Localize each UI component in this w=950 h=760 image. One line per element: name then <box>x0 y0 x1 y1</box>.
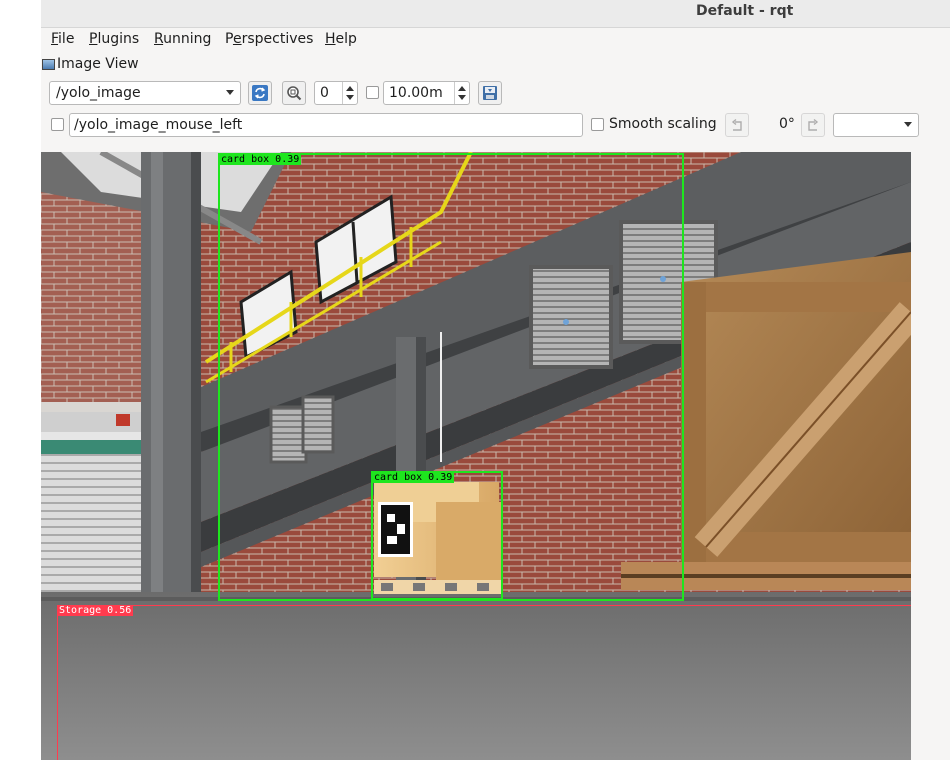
title-bar: Default - rqt <box>41 0 950 28</box>
menu-perspectives[interactable]: Perspectives <box>225 31 313 47</box>
zoom-fit-button[interactable] <box>282 81 306 105</box>
zoom-spin-buttons[interactable] <box>342 82 357 104</box>
duration-value: 10.00m <box>389 85 443 101</box>
menu-help[interactable]: Help <box>325 31 357 47</box>
rotation-select[interactable] <box>833 113 919 137</box>
rotation-label: 0° <box>779 116 795 132</box>
publish-mouse-checkbox[interactable] <box>51 118 64 131</box>
menu-bar: File Plugins Running Perspectives Help <box>41 28 950 52</box>
zoom-spinbox[interactable]: 0 <box>314 81 358 105</box>
chevron-down-icon <box>904 122 912 127</box>
detection-box-card-small: card box 0.39 <box>371 471 503 600</box>
menu-file[interactable]: File <box>51 31 74 47</box>
smooth-scaling-checkbox[interactable] <box>591 118 604 131</box>
detection-label: card box 0.39 <box>219 154 302 165</box>
plugin-title-bar: Image View <box>42 55 139 73</box>
save-image-button[interactable] <box>478 81 502 105</box>
detection-label: card box 0.39 <box>372 472 455 483</box>
duration-spin-buttons[interactable] <box>454 82 469 104</box>
refresh-topics-button[interactable] <box>248 81 272 105</box>
detection-label: Storage 0.56 <box>57 605 134 616</box>
chevron-down-icon <box>226 90 234 95</box>
rotate-right-button[interactable] <box>801 113 825 137</box>
duration-spinbox[interactable]: 10.00m <box>383 81 470 105</box>
mouse-topic-input[interactable]: /yolo_image_mouse_left <box>69 113 583 137</box>
detection-box-storage: Storage 0.56 <box>57 605 911 760</box>
rotate-left-icon <box>731 118 742 131</box>
menu-plugins[interactable]: Plugins <box>89 31 139 47</box>
image-view-icon <box>42 58 55 70</box>
save-image-icon <box>483 86 497 100</box>
desktop-strip <box>0 0 41 760</box>
rotate-left-button[interactable] <box>725 113 749 137</box>
topic-select[interactable]: /yolo_image <box>49 81 241 105</box>
image-viewport[interactable]: card box 0.39 card box 0.39 Storage 0.56 <box>41 152 911 760</box>
dynamic-range-checkbox[interactable] <box>366 86 379 99</box>
mouse-topic-value: /yolo_image_mouse_left <box>74 117 243 133</box>
refresh-icon <box>252 85 268 101</box>
plugin-title: Image View <box>57 56 139 72</box>
topic-select-value: /yolo_image <box>56 85 141 101</box>
menu-running[interactable]: Running <box>154 31 211 47</box>
smooth-scaling-label: Smooth scaling <box>609 116 717 132</box>
zoom-value: 0 <box>320 85 329 101</box>
zoom-icon <box>287 86 302 101</box>
window-title: Default - rqt <box>696 3 794 19</box>
rotate-right-icon <box>808 118 819 131</box>
